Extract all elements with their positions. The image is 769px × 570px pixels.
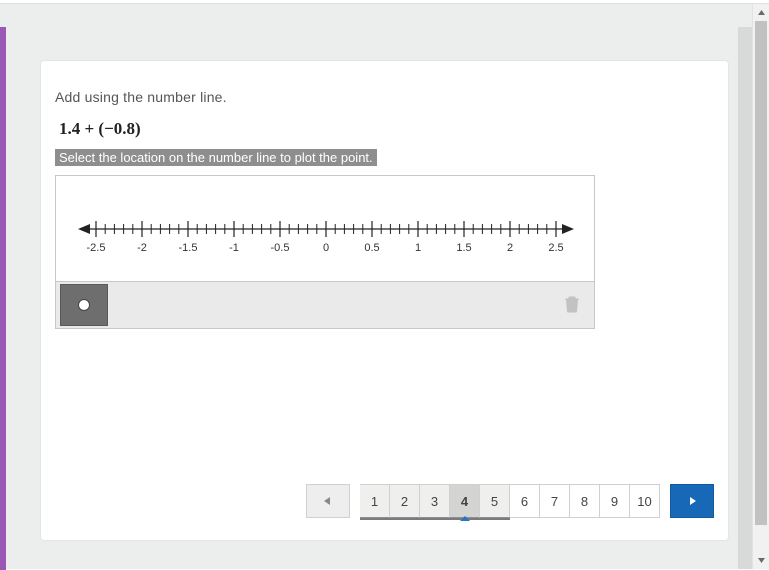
pager-pages: 12345678910	[360, 484, 660, 518]
svg-text:2: 2	[507, 242, 513, 254]
pager-page-2[interactable]: 2	[390, 484, 420, 518]
pager-page-9[interactable]: 9	[600, 484, 630, 518]
scroll-thumb[interactable]	[755, 21, 767, 525]
pager-page-1[interactable]: 1	[360, 484, 390, 518]
pager-next-button[interactable]	[670, 484, 714, 518]
instruction-highlight: Select the location on the number line t…	[55, 149, 377, 166]
pager-page-10[interactable]: 10	[630, 484, 660, 518]
pager-page-7[interactable]: 7	[540, 484, 570, 518]
pager: 12345678910	[306, 484, 714, 518]
pager-page-8[interactable]: 8	[570, 484, 600, 518]
svg-text:-1: -1	[229, 242, 239, 254]
math-expression: 1.4 + (−0.8)	[59, 119, 714, 139]
pager-page-6[interactable]: 6	[510, 484, 540, 518]
pager-page-5[interactable]: 5	[480, 484, 510, 518]
svg-text:1: 1	[415, 242, 421, 254]
pager-page-3[interactable]: 3	[420, 484, 450, 518]
svg-text:-2: -2	[137, 242, 147, 254]
trash-icon[interactable]	[564, 295, 580, 316]
numberline-svg[interactable]: -2.5 -2 -1.5 -1 -0.5 0 0.5 1 1.5 2 2.5	[56, 196, 596, 262]
svg-text:-2.5: -2.5	[87, 242, 106, 254]
pager-page-4[interactable]: 4	[450, 484, 480, 518]
svg-text:0.5: 0.5	[364, 242, 379, 254]
svg-text:-1.5: -1.5	[179, 242, 198, 254]
svg-text:2.5: 2.5	[548, 242, 563, 254]
scroll-up-button[interactable]	[753, 4, 769, 21]
scroll-down-button[interactable]	[753, 552, 769, 569]
numberline-canvas[interactable]: -2.5 -2 -1.5 -1 -0.5 0 0.5 1 1.5 2 2.5	[55, 175, 595, 281]
scrollbar[interactable]	[752, 4, 769, 569]
question-card: Add using the number line. 1.4 + (−0.8) …	[40, 60, 729, 541]
accent-bar	[0, 27, 6, 570]
svg-text:1.5: 1.5	[456, 242, 471, 254]
plot-toolbar	[55, 281, 595, 329]
question-prompt: Add using the number line.	[55, 89, 714, 105]
pager-prev-button[interactable]	[306, 484, 350, 518]
svg-text:0: 0	[323, 242, 329, 254]
point-tool-button[interactable]	[60, 284, 108, 326]
point-icon	[79, 300, 89, 310]
svg-text:-0.5: -0.5	[271, 242, 290, 254]
side-gray	[738, 27, 752, 569]
plot-widget: -2.5 -2 -1.5 -1 -0.5 0 0.5 1 1.5 2 2.5	[55, 175, 595, 329]
